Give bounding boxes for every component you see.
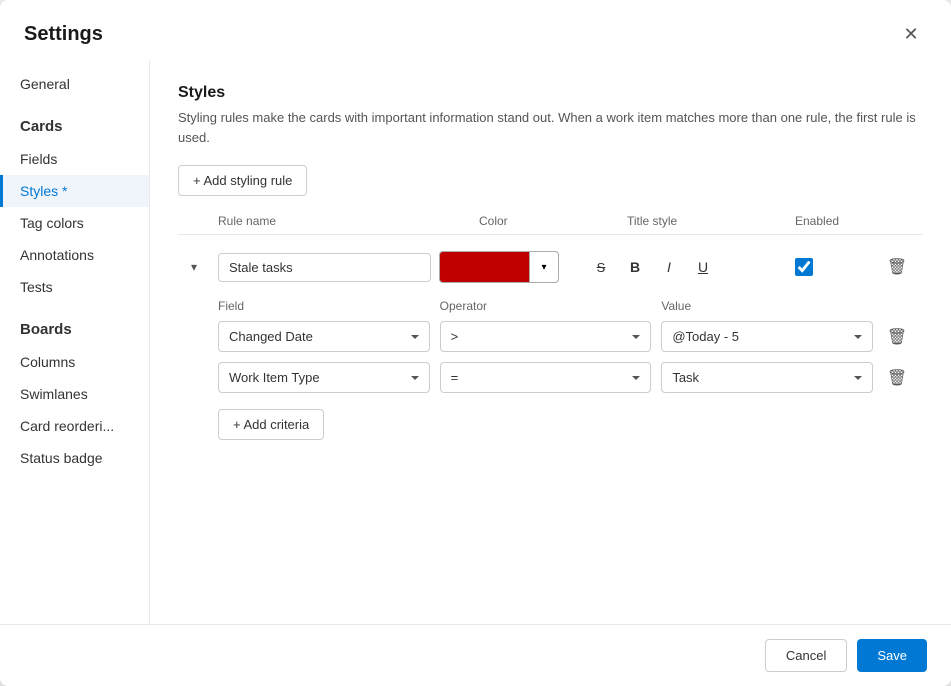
cancel-button[interactable]: Cancel bbox=[765, 639, 847, 672]
delete-rule-button[interactable]: 🗑 bbox=[883, 253, 911, 281]
sidebar-item-tag-colors[interactable]: Tag colors bbox=[0, 207, 149, 239]
th-actions bbox=[883, 214, 923, 228]
criteria-row: Changed Date > @Today - 5 🗑 bbox=[218, 321, 923, 352]
th-expand bbox=[178, 214, 210, 228]
criteria-section: Field Operator Value Changed Date > bbox=[218, 295, 923, 440]
sidebar-item-styles[interactable]: Styles * bbox=[0, 175, 149, 207]
sidebar: General Cards Fields Styles * Tag colors… bbox=[0, 60, 150, 624]
field-select-wrapper-1: Changed Date bbox=[218, 321, 430, 352]
dialog-title: Settings bbox=[24, 23, 103, 46]
sidebar-section-cards: Cards bbox=[0, 108, 149, 143]
strikethrough-button[interactable]: S bbox=[587, 253, 615, 281]
add-rule-button[interactable]: + Add styling rule bbox=[178, 165, 307, 196]
italic-icon: I bbox=[667, 259, 671, 275]
italic-button[interactable]: I bbox=[655, 253, 683, 281]
trash-icon: 🗑 bbox=[887, 368, 907, 388]
rule-enabled-checkbox[interactable] bbox=[795, 258, 813, 276]
th-field: Field bbox=[218, 299, 430, 313]
color-dropdown-button[interactable]: ▾ bbox=[529, 251, 559, 283]
th-value: Value bbox=[661, 299, 873, 313]
rule-row: ▾ ▾ S B bbox=[178, 243, 923, 291]
field-select-2[interactable]: Work Item Type bbox=[218, 362, 430, 393]
color-swatch[interactable] bbox=[439, 251, 529, 283]
color-picker: ▾ bbox=[439, 251, 579, 283]
th-rule-name: Rule name bbox=[218, 214, 471, 228]
criteria-header: Field Operator Value bbox=[218, 295, 923, 321]
add-criteria-button[interactable]: + Add criteria bbox=[218, 409, 324, 440]
save-button[interactable]: Save bbox=[857, 639, 927, 672]
trash-icon: 🗑 bbox=[887, 257, 907, 277]
chevron-down-icon: ▾ bbox=[191, 260, 197, 274]
value-select-wrapper-2: Task bbox=[661, 362, 873, 393]
add-criteria-label: + Add criteria bbox=[233, 417, 309, 432]
rule-name-field bbox=[218, 253, 431, 282]
delete-criteria-button-2[interactable]: 🗑 bbox=[883, 364, 911, 392]
sidebar-item-fields[interactable]: Fields bbox=[0, 143, 149, 175]
bold-button[interactable]: B bbox=[621, 253, 649, 281]
th-enabled: Enabled bbox=[795, 214, 875, 228]
field-select-1[interactable]: Changed Date bbox=[218, 321, 430, 352]
th-title-style: Title style bbox=[627, 214, 787, 228]
operator-select-wrapper-1: > bbox=[440, 321, 652, 352]
dialog-footer: Cancel Save bbox=[0, 624, 951, 686]
operator-select-1[interactable]: > bbox=[440, 321, 652, 352]
close-button[interactable]: ✕ bbox=[895, 18, 927, 50]
field-select-wrapper-2: Work Item Type bbox=[218, 362, 430, 393]
sidebar-item-general[interactable]: General bbox=[0, 68, 149, 100]
rule-enabled-cell bbox=[795, 258, 875, 276]
value-select-1[interactable]: @Today - 5 bbox=[661, 321, 873, 352]
operator-select-wrapper-2: = bbox=[440, 362, 652, 393]
operator-select-2[interactable]: = bbox=[440, 362, 652, 393]
delete-criteria-button-1[interactable]: 🗑 bbox=[883, 323, 911, 351]
sidebar-item-status-badge[interactable]: Status badge bbox=[0, 442, 149, 474]
th-operator: Operator bbox=[440, 299, 652, 313]
sidebar-item-annotations[interactable]: Annotations bbox=[0, 239, 149, 271]
expand-rule-button[interactable]: ▾ bbox=[178, 260, 210, 274]
rule-name-input[interactable] bbox=[218, 253, 431, 282]
sidebar-item-columns[interactable]: Columns bbox=[0, 346, 149, 378]
styles-section-desc: Styling rules make the cards with import… bbox=[178, 108, 923, 147]
settings-dialog: Settings ✕ General Cards Fields Styles *… bbox=[0, 0, 951, 686]
chevron-down-icon: ▾ bbox=[541, 262, 546, 273]
criteria-row: Work Item Type = Task 🗑 bbox=[218, 362, 923, 393]
underline-button[interactable]: U bbox=[689, 253, 717, 281]
bold-icon: B bbox=[630, 259, 640, 275]
dialog-body: General Cards Fields Styles * Tag colors… bbox=[0, 60, 951, 624]
strikethrough-icon: S bbox=[597, 260, 606, 275]
add-rule-label: + Add styling rule bbox=[193, 173, 292, 188]
sidebar-section-boards: Boards bbox=[0, 311, 149, 346]
main-content: Styles Styling rules make the cards with… bbox=[150, 60, 951, 624]
value-select-wrapper-1: @Today - 5 bbox=[661, 321, 873, 352]
underline-icon: U bbox=[698, 259, 708, 275]
th-color: Color bbox=[479, 214, 619, 228]
th-criteria-actions bbox=[883, 299, 923, 313]
value-select-2[interactable]: Task bbox=[661, 362, 873, 393]
dialog-header: Settings ✕ bbox=[0, 0, 951, 60]
title-style-controls: S B I U bbox=[587, 253, 787, 281]
sidebar-item-tests[interactable]: Tests bbox=[0, 271, 149, 303]
table-header: Rule name Color Title style Enabled bbox=[178, 214, 923, 235]
sidebar-item-swimlanes[interactable]: Swimlanes bbox=[0, 378, 149, 410]
styles-section-title: Styles bbox=[178, 84, 923, 102]
trash-icon: 🗑 bbox=[887, 327, 907, 347]
sidebar-item-card-reordering[interactable]: Card reorderi... bbox=[0, 410, 149, 442]
